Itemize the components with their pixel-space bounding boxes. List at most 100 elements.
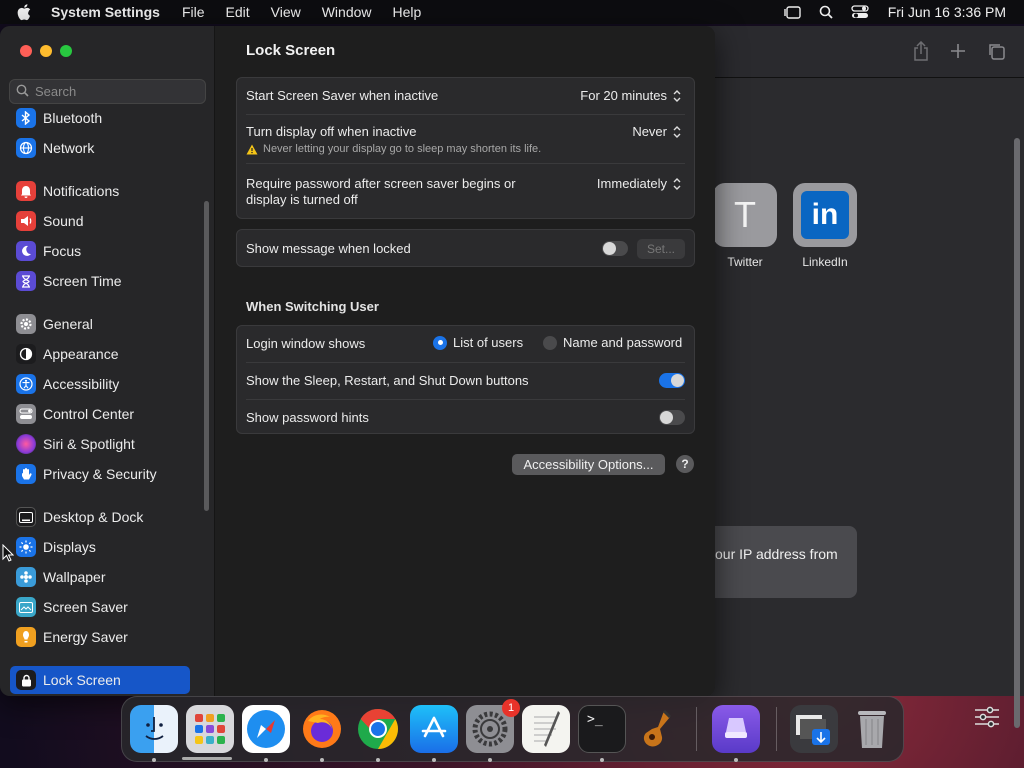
hourglass-icon	[16, 271, 36, 291]
display-off-popup[interactable]: Never	[632, 124, 682, 139]
minimize-window-button[interactable]	[40, 45, 52, 57]
textedit-dock-icon[interactable]	[522, 705, 570, 753]
screen-saver-icon	[16, 597, 36, 617]
system-settings-dock-icon[interactable]: 1	[466, 699, 520, 753]
sidebar-item-control-center[interactable]: Control Center	[16, 402, 134, 426]
firefox-dock-icon[interactable]	[298, 705, 346, 753]
privacy-report-card[interactable]: our IP address from	[700, 526, 857, 598]
trash-dock-icon[interactable]	[848, 705, 896, 753]
launchpad-dock-icon[interactable]	[186, 705, 234, 753]
sidebar-item-notifications[interactable]: Notifications	[16, 179, 119, 203]
tab-overview-icon[interactable]	[985, 40, 1007, 62]
sidebar-item-siri-spotlight[interactable]: Siri & Spotlight	[16, 432, 135, 456]
menu-edit[interactable]: Edit	[226, 4, 250, 20]
spotlight-search-icon[interactable]	[816, 4, 836, 20]
apple-menu-icon[interactable]	[17, 0, 37, 24]
sidebar-item-energy-saver[interactable]: Energy Saver	[16, 625, 128, 649]
chevron-updown-icon	[673, 177, 681, 190]
sidebar-item-accessibility[interactable]: Accessibility	[16, 372, 119, 396]
menu-view[interactable]: View	[271, 4, 301, 20]
sidebar-item-wallpaper[interactable]: Wallpaper	[16, 565, 106, 589]
sidebar-item-displays[interactable]: Displays	[16, 535, 96, 559]
show-message-toggle[interactable]	[602, 241, 628, 256]
downloads-stack-icon[interactable]	[790, 705, 838, 753]
sidebar-item-appearance[interactable]: Appearance	[16, 342, 119, 366]
browser-scrollbar[interactable]	[1014, 138, 1020, 728]
sidebar-item-focus[interactable]: Focus	[16, 239, 81, 263]
require-password-row: Require password after screen saver begi…	[237, 164, 694, 219]
radio-name-and-password[interactable]: Name and password	[543, 335, 682, 350]
finder-dock-icon[interactable]	[130, 705, 178, 753]
hand-icon	[16, 464, 36, 484]
garageband-dock-icon[interactable]	[634, 705, 682, 753]
display-off-label: Turn display off when inactive	[246, 124, 417, 139]
apple-configurator-dock-icon[interactable]	[712, 705, 760, 753]
sidebar-item-label: Siri & Spotlight	[43, 436, 135, 452]
sidebar-item-bluetooth[interactable]: Bluetooth	[16, 106, 102, 130]
share-icon[interactable]	[910, 40, 932, 62]
search-field[interactable]	[9, 79, 206, 104]
sidebar-item-screen-time[interactable]: Screen Time	[16, 269, 122, 293]
section-heading: When Switching User	[246, 299, 379, 314]
set-message-button[interactable]: Set...	[637, 239, 685, 259]
require-password-popup[interactable]: Immediately	[597, 176, 682, 191]
menu-bar-clock[interactable]: Fri Jun 16 3:36 PM	[888, 4, 1006, 20]
accessibility-icon	[16, 374, 36, 394]
sidebar-item-desktop-dock[interactable]: Desktop & Dock	[16, 505, 143, 529]
login-window-row: Login window shows List of users Name an…	[237, 326, 694, 362]
sidebar-item-label: Accessibility	[43, 376, 120, 392]
customize-start-page-icon[interactable]	[974, 706, 1002, 730]
password-hints-label: Show password hints	[246, 410, 369, 425]
require-password-label: Require password after screen saver begi…	[246, 176, 516, 207]
screen-saver-value: For 20 minutes	[580, 88, 667, 103]
help-button[interactable]: ?	[676, 455, 694, 473]
show-message-label: Show message when locked	[246, 241, 411, 256]
browser-toolbar	[700, 26, 1024, 78]
control-center-icon[interactable]	[850, 4, 870, 20]
switching-user-group: Login window shows List of users Name an…	[236, 325, 695, 434]
sidebar-item-label: Sound	[43, 213, 84, 229]
terminal-dock-icon[interactable]: >_	[578, 705, 626, 753]
close-window-button[interactable]	[20, 45, 32, 57]
sidebar-item-label: Notifications	[43, 183, 120, 199]
app-name-menu[interactable]: System Settings	[51, 4, 160, 20]
sidebar-item-screen-saver[interactable]: Screen Saver	[16, 595, 128, 619]
search-input[interactable]	[35, 84, 195, 99]
safari-dock-icon[interactable]	[242, 705, 290, 753]
favorite-label: Twitter	[727, 255, 763, 269]
radio-list-of-users[interactable]: List of users	[433, 335, 523, 350]
sidebar-item-sound[interactable]: Sound	[16, 209, 83, 233]
app-store-dock-icon[interactable]	[410, 705, 458, 753]
menu-help[interactable]: Help	[393, 4, 422, 20]
search-icon	[16, 84, 29, 100]
speaker-icon	[16, 211, 36, 231]
accessibility-options-button[interactable]: Accessibility Options...	[512, 454, 665, 475]
sidebar-item-network[interactable]: Network	[16, 136, 94, 160]
twitter-tile-icon: T	[713, 183, 777, 247]
sidebar-item-general[interactable]: General	[16, 312, 93, 336]
favorite-twitter[interactable]: T Twitter	[712, 183, 778, 269]
control-center-icon	[16, 404, 36, 424]
display-off-value: Never	[632, 124, 667, 139]
favorite-linkedin[interactable]: in LinkedIn	[792, 183, 858, 269]
new-tab-icon[interactable]	[947, 40, 969, 62]
page-title: Lock Screen	[246, 42, 336, 59]
menu-file[interactable]: File	[182, 4, 205, 20]
browser-start-page: T Twitter in LinkedIn our IP address fro…	[700, 78, 1024, 728]
screen-saver-row: Start Screen Saver when inactive For 20 …	[237, 78, 694, 114]
zoom-window-button[interactable]	[60, 45, 72, 57]
active-app-indicator	[182, 757, 232, 760]
password-hints-toggle[interactable]	[659, 410, 685, 425]
battery-icon	[16, 627, 36, 647]
network-globe-icon	[16, 138, 36, 158]
menu-window[interactable]: Window	[322, 4, 372, 20]
stage-manager-icon[interactable]	[782, 4, 802, 20]
screen-saver-popup[interactable]: For 20 minutes	[580, 88, 682, 103]
sidebar-item-privacy-security[interactable]: Privacy & Security	[16, 462, 157, 486]
sleep-buttons-toggle[interactable]	[659, 373, 685, 388]
chrome-dock-icon[interactable]	[354, 705, 402, 753]
sidebar-scrollbar[interactable]	[204, 201, 209, 511]
system-settings-window: Bluetooth Network Notifications Sound Fo…	[0, 26, 715, 696]
running-indicator	[264, 758, 268, 762]
sidebar-item-lock-screen[interactable]: Lock Screen	[16, 668, 121, 692]
